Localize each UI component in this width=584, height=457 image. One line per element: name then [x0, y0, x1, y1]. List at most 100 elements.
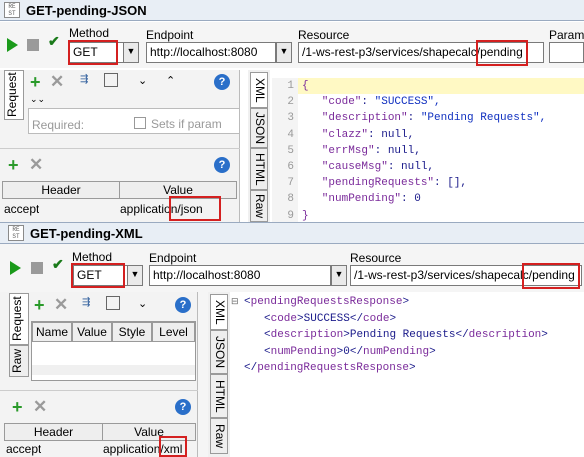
- value-main: application/: [103, 442, 164, 456]
- chevron-up-icon[interactable]: ⌃: [166, 74, 175, 87]
- remove-icon[interactable]: ✕: [54, 296, 68, 313]
- resource-path: /1-ws-rest-p3/services/shapecalc/: [354, 268, 533, 282]
- header-name-cell[interactable]: accept: [6, 442, 41, 456]
- tab-json[interactable]: JSON: [250, 108, 268, 148]
- check-icon[interactable]: ✔: [48, 33, 60, 50]
- line-number: 5: [287, 144, 294, 157]
- endpoint-label: Endpoint: [149, 251, 197, 265]
- line-number: 3: [287, 112, 294, 125]
- header-column[interactable]: Header: [4, 423, 103, 441]
- chevron-down-icon[interactable]: ⌄: [138, 74, 147, 87]
- resource-label: Resource: [350, 251, 402, 265]
- window-icon[interactable]: [104, 73, 118, 87]
- xml-line: <code>SUCCESS</code>: [264, 312, 397, 325]
- add-icon[interactable]: +: [30, 73, 41, 91]
- chevron-icon[interactable]: ⌄⌄: [30, 94, 45, 105]
- tab-raw[interactable]: Raw: [250, 190, 268, 222]
- tab-xml[interactable]: XML: [250, 72, 268, 108]
- window-title: GET-pending-XML: [30, 226, 143, 241]
- params-label: Param: [549, 28, 584, 42]
- highlight-box: [159, 436, 187, 457]
- param-detail: [32, 365, 195, 375]
- param-col-style[interactable]: Style: [112, 322, 152, 342]
- window-title: GET-pending-JSON: [26, 3, 147, 18]
- code-line: "numPending": 0: [302, 193, 421, 206]
- sets-if-label: Sets if param: [151, 117, 222, 131]
- add-header-icon[interactable]: +: [8, 156, 19, 174]
- xml-line: <description>Pending Requests</descripti…: [264, 329, 548, 341]
- help-icon[interactable]: ?: [175, 399, 191, 415]
- sets-if-checkbox[interactable]: [134, 117, 146, 129]
- current-line-highlight: [298, 78, 584, 94]
- highlight-box: [522, 263, 580, 289]
- xml-line: <numPending>0</numPending>: [264, 345, 436, 358]
- highlight-box: [71, 263, 125, 288]
- param-col-value[interactable]: Value: [72, 322, 112, 342]
- xml-line: </pendingRequestsResponse>: [244, 362, 416, 374]
- rest-icon: RE ST: [4, 2, 20, 18]
- help-icon[interactable]: ?: [214, 157, 230, 173]
- code-line: "code": "SUCCESS",: [302, 96, 441, 109]
- params-field[interactable]: [549, 42, 584, 63]
- tab-html[interactable]: HTML: [250, 148, 268, 190]
- chevron-down-icon[interactable]: ▼: [276, 42, 292, 63]
- code-line: "pendingRequests": [],: [302, 177, 468, 190]
- line-number: 2: [287, 96, 294, 109]
- stop-icon[interactable]: [31, 262, 43, 274]
- header-name-cell[interactable]: accept: [4, 202, 39, 216]
- code-line: "clazz": null,: [302, 128, 415, 141]
- param-col-name[interactable]: Name: [32, 322, 72, 342]
- divider: [0, 390, 198, 391]
- window-titlebar: RE ST GET-pending-XML: [0, 223, 584, 244]
- tab-html[interactable]: HTML: [210, 374, 228, 418]
- remove-icon[interactable]: ✕: [50, 73, 64, 90]
- method-label: Method: [72, 250, 113, 264]
- tab-raw[interactable]: Raw: [9, 345, 29, 377]
- stop-icon[interactable]: [27, 39, 39, 51]
- code-line: "description": "Pending Requests",: [302, 112, 547, 125]
- add-icon[interactable]: +: [34, 296, 45, 314]
- code-line: {: [302, 80, 309, 92]
- chevron-down-icon[interactable]: ▼: [127, 265, 143, 286]
- add-header-icon[interactable]: +: [12, 398, 23, 416]
- code-line: "errMsg": null,: [302, 144, 421, 157]
- code-line: }: [302, 209, 309, 222]
- url-icon[interactable]: ⇶: [82, 297, 90, 308]
- url-icon[interactable]: ⇶: [80, 74, 88, 85]
- endpoint-field[interactable]: http://localhost:8080: [146, 42, 276, 63]
- code-line: "causeMsg": null,: [302, 161, 435, 173]
- tab-request[interactable]: Request: [4, 70, 24, 120]
- tab-raw[interactable]: Raw: [210, 418, 228, 454]
- method-label: Method: [69, 26, 110, 40]
- window-titlebar: RE ST GET-pending-JSON: [0, 0, 584, 21]
- collapse-icon[interactable]: ⊟: [231, 296, 239, 307]
- endpoint-label: Endpoint: [146, 28, 194, 42]
- required-label: Required:: [32, 118, 85, 132]
- line-number: 9: [287, 209, 294, 222]
- endpoint-field[interactable]: http://localhost:8080: [149, 265, 331, 286]
- remove-header-icon[interactable]: ✕: [29, 156, 43, 173]
- rest-icon: RE ST: [8, 225, 24, 241]
- play-icon[interactable]: [10, 261, 21, 275]
- play-icon[interactable]: [7, 38, 18, 52]
- help-icon[interactable]: ?: [214, 74, 230, 90]
- line-number: 1: [287, 80, 294, 92]
- highlight-box: [476, 40, 528, 66]
- xml-line: <pendingRequestsResponse>: [244, 296, 410, 308]
- tab-json[interactable]: JSON: [210, 330, 228, 374]
- endpoint-value: http://localhost:8080: [150, 45, 258, 59]
- check-icon[interactable]: ✔: [52, 256, 64, 273]
- header-column[interactable]: Header: [2, 181, 120, 199]
- chevron-down-icon[interactable]: ⌄: [138, 297, 147, 310]
- help-icon[interactable]: ?: [175, 297, 191, 313]
- tab-request[interactable]: Request: [9, 293, 29, 345]
- tab-xml[interactable]: XML: [210, 294, 228, 330]
- chevron-down-icon[interactable]: ▼: [331, 265, 347, 286]
- line-number: 8: [287, 193, 294, 206]
- resource-path: /1-ws-rest-p3/services/shapecalc/: [302, 45, 481, 59]
- window-icon[interactable]: [106, 296, 120, 310]
- chevron-down-icon[interactable]: ▼: [123, 42, 139, 63]
- remove-header-icon[interactable]: ✕: [33, 398, 47, 415]
- line-number: 7: [287, 177, 294, 190]
- param-col-level[interactable]: Level: [152, 322, 195, 342]
